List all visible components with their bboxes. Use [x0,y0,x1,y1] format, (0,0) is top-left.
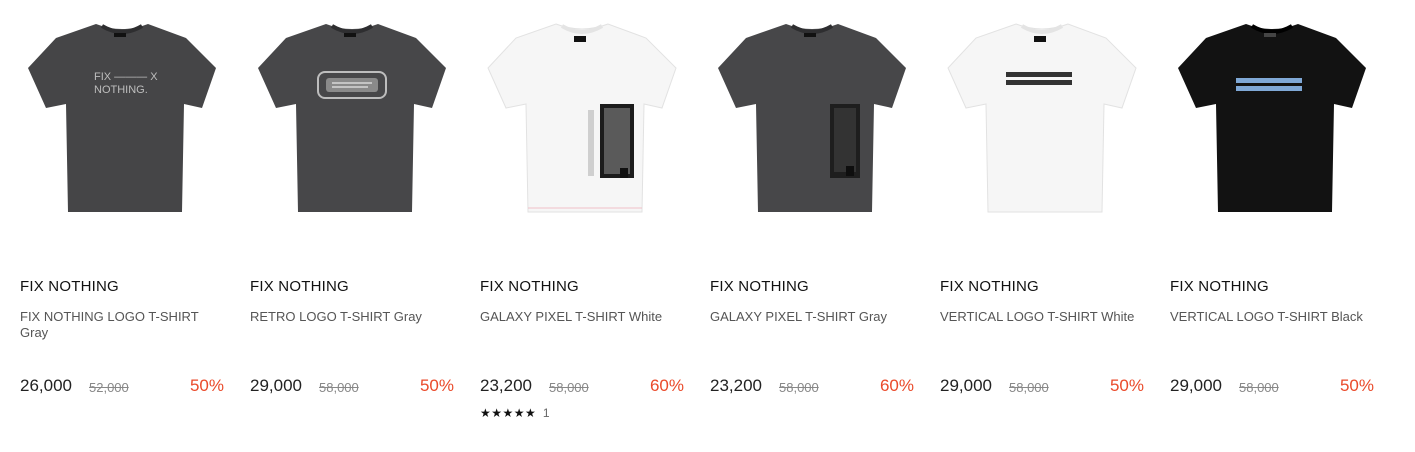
price-row: 29,000 58,000 50% [250,376,454,400]
tshirt-icon [258,24,446,212]
sale-price: 23,200 [480,376,532,395]
sale-price: 29,000 [940,376,992,395]
price-row: 29,000 58,000 50% [940,376,1144,400]
price-row: 23,200 58,000 60% [710,376,914,400]
product-brand[interactable]: FIX NOTHING [250,278,349,295]
svg-text:FIX ——— X: FIX ——— X [94,71,158,83]
rating[interactable]: ★★★★★ 1 [480,405,550,421]
original-price: 58,000 [779,380,819,395]
product-card[interactable]: FIX NOTHING VERTICAL LOGO T-SHIRT Black … [1166,0,1378,452]
discount-badge: 60% [649,376,684,395]
product-name[interactable]: GALAXY PIXEL T-SHIRT White [480,309,680,325]
tshirt-icon [487,23,677,213]
product-card[interactable]: FIX NOTHING GALAXY PIXEL T-SHIRT Gray 23… [706,0,918,452]
product-brand[interactable]: FIX NOTHING [480,278,579,295]
original-price: 58,000 [1239,380,1279,395]
tshirt-icon: FIX ——— X NOTHING. [28,24,216,212]
product-brand[interactable]: FIX NOTHING [1170,278,1269,295]
price-row: 29,000 58,000 50% [1170,376,1374,400]
product-brand[interactable]: FIX NOTHING [20,278,119,295]
sale-price: 23,200 [710,376,762,395]
product-name[interactable]: RETRO LOGO T-SHIRT Gray [250,309,450,325]
tshirt-icon [1178,24,1366,212]
price-row: 23,200 58,000 60% [480,376,684,400]
discount-badge: 50% [419,376,454,395]
original-price: 58,000 [1009,380,1049,395]
product-name[interactable]: FIX NOTHING LOGO T-SHIRT Gray [20,309,220,341]
price-row: 26,000 52,000 50% [20,376,224,400]
product-image[interactable] [246,0,458,240]
product-grid: FIX ——— X NOTHING. FIX NOTHING FIX NOTHI… [0,0,1415,452]
tshirt-icon [718,24,906,212]
sale-price: 29,000 [1170,376,1222,395]
product-image[interactable] [1166,0,1378,240]
product-image[interactable] [936,0,1148,240]
product-image[interactable] [706,0,918,240]
product-name[interactable]: GALAXY PIXEL T-SHIRT Gray [710,309,910,325]
product-image[interactable]: FIX ——— X NOTHING. [16,0,228,240]
tshirt-icon [947,23,1137,213]
product-card[interactable]: FIX ——— X NOTHING. FIX NOTHING FIX NOTHI… [16,0,228,452]
discount-badge: 50% [1109,376,1144,395]
original-price: 58,000 [549,380,589,395]
product-card[interactable]: FIX NOTHING VERTICAL LOGO T-SHIRT White … [936,0,1148,452]
product-card[interactable]: FIX NOTHING GALAXY PIXEL T-SHIRT White 2… [476,0,688,452]
star-icon: ★★★★★ [480,406,537,420]
discount-badge: 50% [189,376,224,395]
review-count: 1 [542,406,550,420]
product-brand[interactable]: FIX NOTHING [710,278,809,295]
product-name[interactable]: VERTICAL LOGO T-SHIRT Black [1170,309,1370,325]
svg-text:NOTHING.: NOTHING. [94,84,148,96]
product-image[interactable] [476,0,688,240]
product-card[interactable]: FIX NOTHING RETRO LOGO T-SHIRT Gray 29,0… [246,0,458,452]
discount-badge: 60% [879,376,914,395]
sale-price: 26,000 [20,376,72,395]
product-brand[interactable]: FIX NOTHING [940,278,1039,295]
discount-badge: 50% [1339,376,1374,395]
original-price: 58,000 [319,380,359,395]
product-name[interactable]: VERTICAL LOGO T-SHIRT White [940,309,1140,325]
original-price: 52,000 [89,380,129,395]
sale-price: 29,000 [250,376,302,395]
